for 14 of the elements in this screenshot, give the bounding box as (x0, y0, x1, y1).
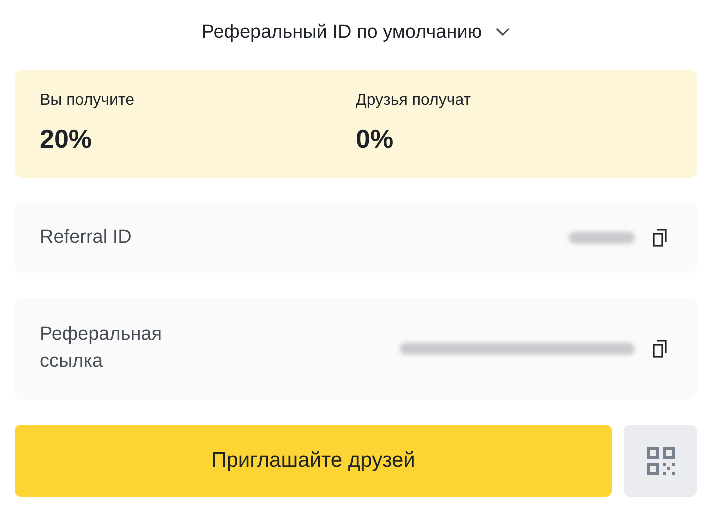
commission-label: Вы получите (40, 92, 134, 110)
copy-icon[interactable] (653, 229, 667, 247)
commission-value: 20% (40, 124, 92, 155)
commission-label: Друзья получат (356, 92, 472, 110)
field-label: Referral ID (40, 226, 133, 250)
redacted-value (569, 232, 635, 244)
field-label: Реферальная ссылка (40, 323, 164, 374)
referral-id-dropdown[interactable]: Реферальный ID по умолчанию (202, 22, 510, 44)
qr-code-button[interactable] (624, 425, 697, 497)
qr-code-icon (646, 447, 674, 475)
copy-icon[interactable] (653, 340, 667, 358)
chevron-down-icon (496, 28, 510, 37)
commission-value: 0% (356, 124, 394, 155)
invite-button[interactable]: Приглашайте друзей (15, 425, 612, 497)
